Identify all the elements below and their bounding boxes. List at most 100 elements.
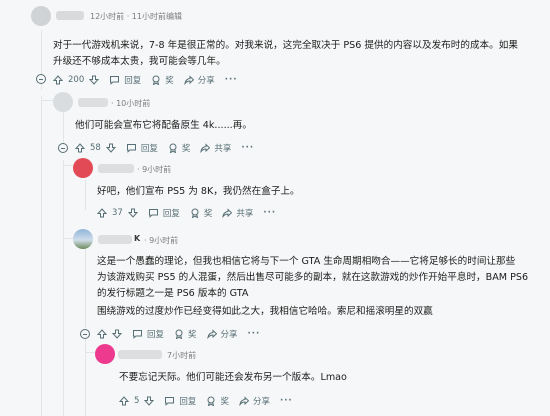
comment-icon — [148, 208, 159, 218]
award-label: 奖 — [181, 144, 191, 154]
reply-button[interactable]: 回复 — [132, 328, 164, 340]
vote-group: 37 — [97, 208, 138, 218]
avatar[interactable] — [73, 158, 93, 178]
reply-label: 回复 — [179, 397, 197, 407]
avatar[interactable] — [31, 6, 51, 26]
comment-time: · 10小时前 — [111, 99, 151, 108]
thread-line — [85, 336, 86, 416]
vote-group — [97, 329, 122, 339]
reply-label: 回复 — [124, 76, 142, 86]
award-label: 奖 — [220, 397, 229, 407]
comment-line: 对于一代游戏机来说，7-8 年是很正常的。对我来说，这完全取决于 PS6 提供的… — [53, 40, 518, 51]
share-label: 共享 — [214, 144, 232, 154]
comment-actions: 200 回复 奖 分享 ··· — [53, 72, 237, 88]
downvote-icon[interactable] — [144, 396, 155, 406]
username-redacted[interactable] — [78, 98, 108, 107]
share-button[interactable]: 分享 — [206, 328, 238, 340]
vote-count: 5 — [134, 396, 140, 406]
upvote-icon[interactable] — [97, 208, 107, 218]
award-button[interactable]: 奖 — [168, 142, 191, 154]
thread-line — [41, 96, 42, 416]
share-button[interactable]: 分享 — [239, 395, 270, 407]
collapse-thread-button[interactable] — [36, 74, 46, 84]
share-button[interactable]: 共享 — [200, 142, 231, 154]
downvote-icon[interactable] — [127, 208, 138, 218]
award-label: 奖 — [203, 209, 213, 219]
reply-button[interactable]: 回复 — [164, 395, 196, 407]
award-label: 奖 — [188, 330, 197, 340]
award-button[interactable]: 奖 — [190, 207, 213, 219]
more-options-icon[interactable]: ··· — [280, 396, 293, 406]
vote-count: 200 — [68, 75, 85, 85]
comment-line: 这是一个愚蠢的理论，但我也相信它将与下一个 GTA 生命周期相吻合——它将足够长… — [97, 256, 516, 267]
comment-icon — [109, 75, 120, 85]
comment-icon — [126, 143, 137, 153]
share-icon — [200, 143, 211, 153]
thread-elbow — [85, 352, 95, 353]
comment-body: 他们可能会宣布它将配备原生 4k......再。 — [75, 120, 252, 131]
comment-paragraph: 围绕游戏的过度炒作已经变得如此之大，我相信它哈哈。索尼和摇滚明星的双赢 — [97, 306, 433, 317]
award-icon — [168, 143, 178, 153]
more-options-icon[interactable]: ··· — [248, 329, 261, 339]
upvote-icon[interactable] — [75, 143, 85, 153]
collapse-thread-button[interactable] — [58, 143, 68, 153]
thread-elbow — [63, 165, 73, 166]
comment-username[interactable]: K — [134, 234, 140, 243]
comment-body: 这是一个愚蠢的理论，但我也相信它将与下一个 GTA 生命周期相吻合——它将足够长… — [97, 254, 542, 302]
comment-time: · 9小时前 — [144, 236, 179, 245]
award-button[interactable]: 奖 — [206, 395, 229, 407]
avatar[interactable] — [95, 344, 115, 364]
comment-icon — [164, 396, 175, 406]
comment-icon — [132, 329, 143, 339]
downvote-icon[interactable] — [112, 329, 122, 339]
share-label: 分享 — [252, 397, 270, 407]
comment-line: 为该游戏购买 PS5 的人混蛋，然后出售尽可能多的副本，就在这款游戏的炒作开始平… — [97, 272, 529, 283]
thread-line — [85, 180, 86, 210]
avatar[interactable] — [73, 229, 93, 249]
reply-button[interactable]: 回复 — [126, 142, 158, 154]
share-icon — [239, 396, 249, 406]
share-icon — [222, 208, 233, 218]
reply-button[interactable]: 回复 — [109, 74, 141, 86]
award-button[interactable]: 奖 — [151, 74, 174, 86]
reply-label: 回复 — [147, 330, 165, 340]
thread-elbow — [63, 238, 73, 239]
comment-time: 12小时前 · 11小时前编辑 — [90, 12, 182, 21]
vote-count: 37 — [112, 208, 123, 218]
thread-line — [85, 246, 86, 328]
share-icon — [206, 329, 217, 339]
more-options-icon[interactable]: ··· — [263, 208, 276, 218]
vote-group: 58 — [75, 143, 116, 153]
comment-body: 不要忘记天际。他们可能还会发布另一个版本。Lmao — [119, 372, 347, 383]
vote-group: 200 — [53, 75, 100, 85]
upvote-icon[interactable] — [119, 396, 129, 406]
share-button[interactable]: 分享 — [184, 74, 215, 86]
award-button[interactable]: 奖 — [174, 328, 197, 340]
username-redacted[interactable] — [98, 164, 134, 173]
comment-line: 升级还不够成本太贵，我可能会等几年。 — [53, 56, 226, 67]
username-redacted[interactable] — [118, 350, 162, 359]
comment-body: 对于一代游戏机来说，7-8 年是很正常的。对我来说，这完全取决于 PS6 提供的… — [53, 38, 543, 70]
share-label: 分享 — [220, 330, 238, 340]
username-redacted[interactable] — [56, 11, 84, 20]
reply-button[interactable]: 回复 — [148, 207, 180, 219]
more-options-icon[interactable]: ··· — [225, 75, 238, 85]
username-redacted[interactable] — [98, 235, 132, 244]
share-icon — [184, 75, 194, 85]
downvote-icon[interactable] — [105, 143, 116, 153]
more-options-icon[interactable]: ··· — [241, 143, 254, 153]
vote-group: 5 — [119, 396, 155, 406]
upvote-icon[interactable] — [97, 329, 107, 339]
comment-time: · 9小时前 — [137, 165, 172, 174]
upvote-icon[interactable] — [53, 75, 63, 85]
comment-body: 好吧，他们宣布 PS5 为 8K，我仍然在盒子上。 — [97, 186, 300, 197]
share-label: 分享 — [197, 76, 215, 86]
avatar[interactable] — [53, 92, 73, 112]
comment-time: 7小时前 — [167, 351, 197, 360]
award-icon — [190, 208, 200, 218]
share-button[interactable]: 共享 — [222, 207, 253, 219]
comment-line: 的发行标题之一是 PS6 版本的 GTA — [97, 288, 249, 299]
collapse-thread-button[interactable] — [80, 329, 90, 339]
thread-line — [63, 160, 64, 416]
downvote-icon[interactable] — [89, 75, 100, 85]
